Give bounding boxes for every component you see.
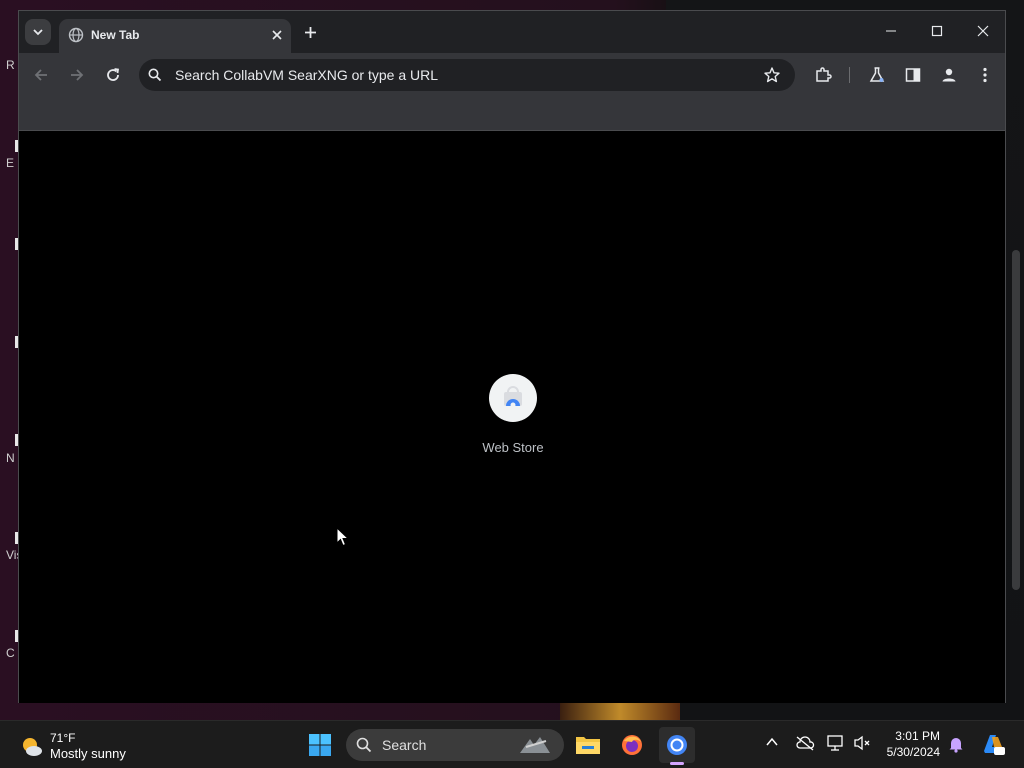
desktop-wallpaper-glow: [560, 700, 680, 720]
forward-button[interactable]: [63, 61, 91, 89]
weather-temperature: 71°F: [50, 731, 76, 745]
start-button[interactable]: [302, 727, 338, 763]
taskbar-search[interactable]: Search: [346, 729, 564, 761]
close-tab-icon[interactable]: [267, 25, 287, 45]
plus-icon: [304, 26, 316, 38]
toolbar-separator: [849, 67, 850, 83]
chrome-icon: [667, 735, 687, 755]
maximize-button[interactable]: [917, 17, 957, 45]
cloud-offline-icon[interactable]: [795, 735, 815, 756]
bookmarks-bar: [19, 97, 1005, 131]
side-panel-button[interactable]: [899, 61, 927, 89]
search-icon: [147, 67, 163, 88]
close-window-button[interactable]: [963, 17, 1003, 45]
shortcut-label: Web Store: [482, 440, 544, 455]
windows-logo-icon: [309, 734, 331, 756]
firefox-icon: [622, 735, 642, 755]
copilot-icon[interactable]: [980, 731, 1006, 762]
browser-toolbar: Search CollabVM SearXNG or type a URL: [19, 53, 1005, 97]
chevron-down-icon: [33, 29, 43, 36]
tab-title: New Tab: [91, 28, 140, 42]
arrow-left-icon: [34, 69, 47, 81]
puzzle-icon: [816, 67, 832, 82]
title-bar: New Tab: [19, 11, 1005, 53]
clock-time[interactable]: 3:01 PM: [895, 729, 940, 743]
desktop-icon-label[interactable]: C: [6, 646, 15, 660]
extensions-button[interactable]: [809, 61, 837, 89]
kebab-menu-icon: [983, 67, 987, 83]
person-icon: [942, 68, 956, 82]
back-button[interactable]: [27, 61, 55, 89]
folder-icon: [576, 737, 600, 754]
weather-widget[interactable]: 71°F Mostly sunny: [18, 729, 158, 763]
new-tab-button[interactable]: [300, 22, 320, 42]
reload-button[interactable]: [99, 61, 127, 89]
web-store-icon: [504, 386, 522, 408]
mouse-cursor-icon: [336, 526, 350, 552]
maximize-icon: [931, 25, 943, 37]
search-icon: [356, 737, 372, 758]
tab-new-tab[interactable]: New Tab: [59, 19, 291, 53]
clock-date[interactable]: 5/30/2024: [887, 745, 940, 759]
minimize-button[interactable]: [871, 17, 911, 45]
taskbar-search-label: Search: [382, 737, 427, 753]
tab-search-button[interactable]: [25, 19, 51, 45]
firefox-button[interactable]: [614, 727, 650, 763]
shortcut-web-store[interactable]: Web Store: [473, 374, 553, 464]
chrome-button[interactable]: [659, 727, 695, 763]
flask-icon: [869, 67, 885, 82]
taskbar: 71°F Mostly sunny Search 3:01 PM 5/30/20…: [0, 720, 1024, 768]
minimize-icon: [886, 30, 896, 32]
desktop-icon-label[interactable]: N: [6, 451, 15, 465]
arrow-right-icon: [71, 69, 84, 81]
menu-button[interactable]: [971, 61, 999, 89]
network-icon[interactable]: [827, 735, 845, 756]
address-bar[interactable]: Search CollabVM SearXNG or type a URL: [139, 59, 795, 91]
weather-description: Mostly sunny: [50, 746, 126, 761]
desktop-icon-label[interactable]: R: [6, 58, 15, 72]
active-app-indicator: [670, 762, 684, 765]
close-icon: [977, 25, 989, 37]
globe-icon: [68, 27, 84, 48]
chevron-up-icon[interactable]: [765, 735, 779, 754]
profile-button[interactable]: [935, 61, 963, 89]
search-highlight-icon: [516, 733, 556, 762]
background-scrollbar[interactable]: [1012, 250, 1020, 590]
labs-button[interactable]: [863, 61, 891, 89]
notification-bell-icon[interactable]: [948, 735, 964, 758]
volume-muted-icon[interactable]: [854, 735, 872, 756]
desktop-icon-label[interactable]: E: [6, 156, 14, 170]
reload-icon: [107, 68, 120, 81]
sun-cloud-icon: [20, 735, 44, 764]
web-store-tile: [489, 374, 537, 422]
side-panel-icon: [905, 68, 921, 82]
address-bar-placeholder: Search CollabVM SearXNG or type a URL: [175, 67, 438, 83]
new-tab-page: Web Store: [19, 132, 1005, 703]
browser-window: New Tab Search CollabVM SearXNG or type …: [18, 10, 1006, 703]
file-explorer-button[interactable]: [570, 727, 606, 763]
star-icon[interactable]: [763, 66, 781, 89]
